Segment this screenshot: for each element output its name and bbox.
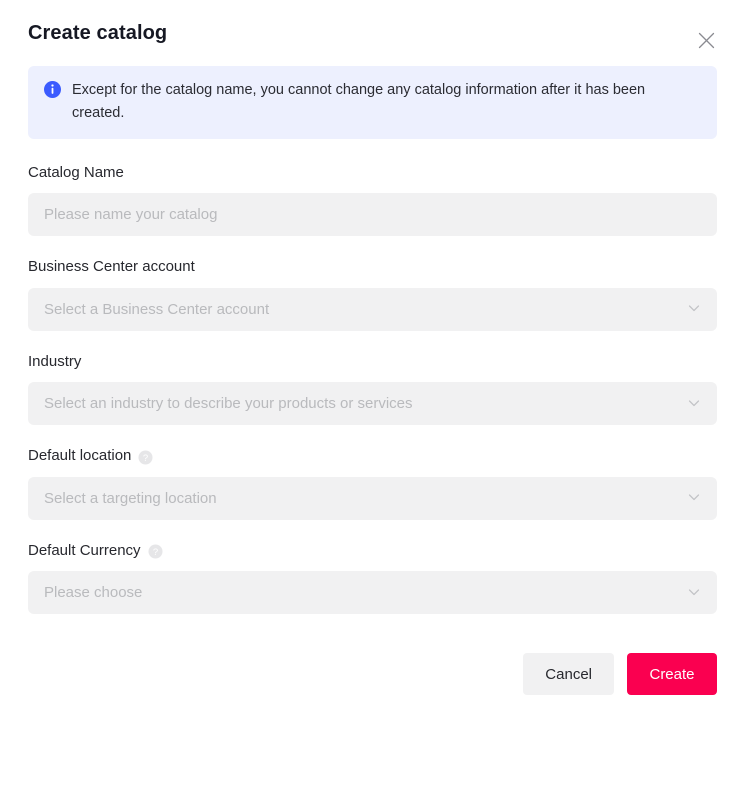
catalog-name-input[interactable]: Please name your catalog: [28, 193, 717, 237]
help-circle-icon[interactable]: ?: [138, 450, 153, 465]
industry-label: Industry: [28, 352, 717, 372]
info-banner-text: Except for the catalog name, you cannot …: [72, 82, 646, 121]
default-location-select[interactable]: Select a targeting location: [28, 476, 717, 520]
dialog-header: Create catalog: [28, 0, 717, 66]
catalog-name-label: Catalog Name: [28, 163, 717, 183]
field-default-currency: Default Currency ? Please choose: [28, 541, 717, 615]
chevron-down-icon: [687, 490, 703, 506]
chevron-down-icon: [687, 301, 703, 317]
create-catalog-dialog: Create catalog Except for the catalog na…: [0, 0, 745, 791]
industry-select[interactable]: Select an industry to describe your prod…: [28, 382, 717, 426]
default-currency-label: Default Currency ?: [28, 541, 717, 561]
close-icon[interactable]: [695, 29, 717, 51]
business-center-account-placeholder: Select a Business Center account: [44, 301, 270, 317]
default-location-placeholder: Select a targeting location: [44, 490, 217, 506]
field-industry: Industry Select an industry to describe …: [28, 352, 717, 426]
help-circle-icon[interactable]: ?: [148, 544, 163, 559]
create-button[interactable]: Create: [627, 653, 717, 696]
dialog-footer: Cancel Create: [28, 653, 717, 696]
cancel-button[interactable]: Cancel: [523, 653, 614, 696]
field-default-location: Default location ? Select a targeting lo…: [28, 446, 717, 520]
business-center-account-label: Business Center account: [28, 257, 717, 277]
default-location-label-text: Default location: [28, 447, 132, 465]
chevron-down-icon: [687, 396, 703, 412]
default-currency-label-text: Default Currency: [28, 541, 141, 559]
business-center-account-label-text: Business Center account: [28, 258, 195, 276]
dialog-title: Create catalog: [28, 22, 168, 44]
catalog-name-placeholder: Please name your catalog: [44, 207, 218, 223]
field-catalog-name: Catalog Name Please name your catalog: [28, 163, 717, 237]
default-currency-placeholder: Please choose: [44, 585, 143, 601]
default-location-label: Default location ?: [28, 446, 717, 466]
business-center-account-select[interactable]: Select a Business Center account: [28, 287, 717, 331]
catalog-name-label-text: Catalog Name: [28, 163, 124, 181]
default-currency-select[interactable]: Please choose: [28, 571, 717, 615]
info-circle-icon: [44, 81, 61, 98]
svg-text:?: ?: [152, 547, 157, 558]
industry-placeholder: Select an industry to describe your prod…: [44, 396, 413, 412]
svg-text:?: ?: [143, 452, 148, 463]
industry-label-text: Industry: [28, 352, 82, 370]
field-business-center-account: Business Center account Select a Busines…: [28, 257, 717, 331]
chevron-down-icon: [687, 585, 703, 601]
info-banner: Except for the catalog name, you cannot …: [28, 66, 717, 139]
